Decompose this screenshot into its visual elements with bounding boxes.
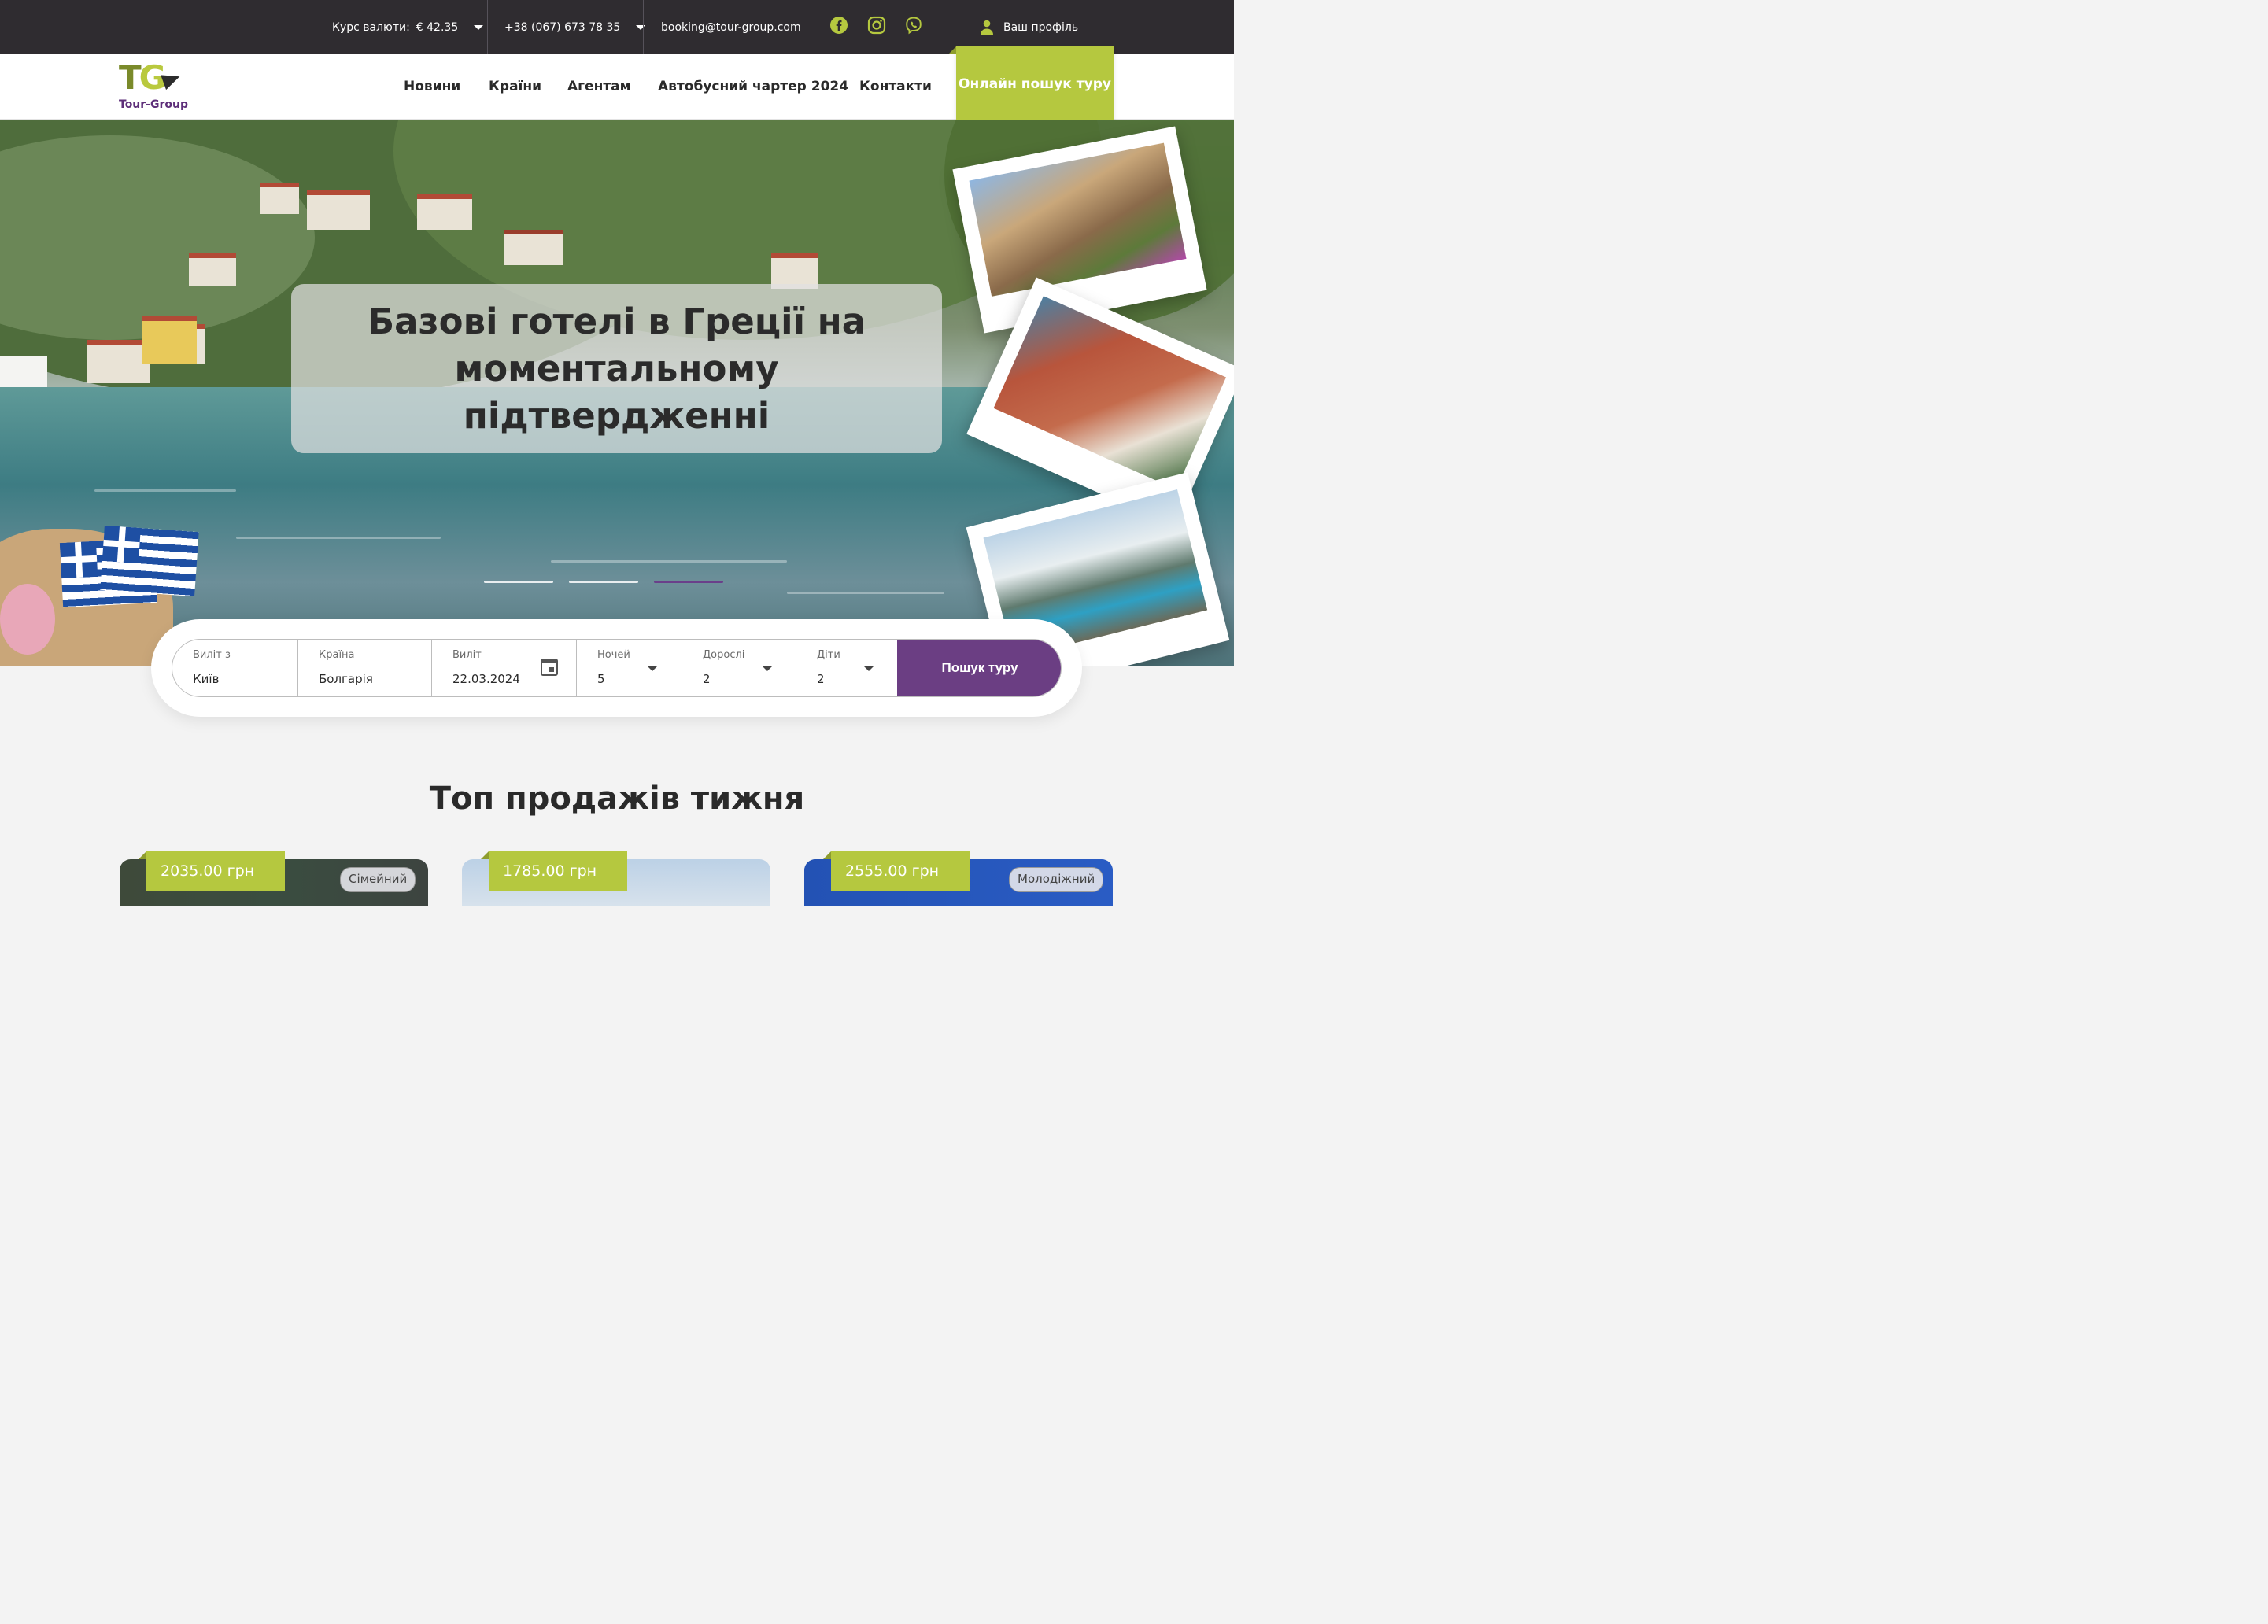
nav-item-news[interactable]: Новини — [404, 54, 460, 120]
hero-headline-card: Базові готелі в Греції на моментальному … — [291, 284, 942, 453]
field-label: Країна — [319, 649, 355, 661]
facebook-icon[interactable] — [829, 14, 849, 36]
logo[interactable]: TG Tour-Group — [119, 61, 190, 116]
hero-title: Базові готелі в Греції на моментальному … — [367, 300, 866, 437]
phone-number: +38 (067) 673 78 35 — [504, 20, 621, 34]
logo-text: Tour-Group — [119, 98, 188, 111]
viber-icon[interactable] — [903, 14, 924, 36]
nav-item-countries[interactable]: Країни — [489, 54, 541, 120]
currency-label: Курс валюти: — [332, 20, 410, 34]
greek-flag — [100, 525, 199, 597]
adults-select[interactable]: Дорослі 2 — [682, 640, 796, 696]
house — [189, 253, 236, 286]
tour-card-tag: Молодіжний — [1009, 867, 1104, 892]
hotel-photo — [969, 142, 1187, 297]
calendar-icon[interactable] — [541, 659, 558, 676]
search-tour-button[interactable]: Пошук туру — [897, 640, 1061, 696]
house — [142, 316, 197, 364]
hotel-photo — [993, 296, 1227, 490]
chevron-down-icon — [474, 24, 484, 30]
nav-item-bus-charter[interactable]: Автобусний чартер 2024 — [658, 54, 848, 120]
water-glint — [787, 592, 944, 594]
search-bar: Виліт з Київ Країна Болгарія Виліт 22.03… — [172, 639, 1062, 697]
house — [307, 190, 370, 230]
nights-select[interactable]: Ночей 5 — [577, 640, 682, 696]
logo-arrow-icon — [161, 68, 183, 90]
chevron-down-icon — [648, 666, 657, 671]
online-tour-search-button[interactable]: Онлайн пошук туру — [948, 46, 1114, 122]
nav-item-agents[interactable]: Агентам — [567, 54, 631, 120]
tour-card-tag: Сімейний — [340, 867, 416, 892]
field-value: 2 — [817, 672, 825, 686]
profile-label: Ваш профіль — [1003, 20, 1079, 34]
phone-selector[interactable]: +38 (067) 673 78 35 — [504, 0, 646, 54]
currency-selector[interactable]: Курс валюти: € 42.35 — [332, 0, 484, 54]
chevron-down-icon — [636, 24, 646, 30]
departure-city-field[interactable]: Виліт з Київ — [172, 640, 298, 696]
house — [87, 340, 150, 383]
nav-item-contacts[interactable]: Контакти — [859, 54, 932, 120]
tour-search-form: Виліт з Київ Країна Болгарія Виліт 22.03… — [151, 619, 1082, 717]
slider-pagination — [484, 581, 723, 584]
water-glint — [551, 560, 787, 563]
currency-value: € 42.35 — [416, 20, 459, 34]
house — [504, 230, 563, 265]
field-value: Київ — [193, 672, 220, 686]
water-glint — [236, 537, 441, 539]
tour-card-price: 2555.00 грн — [823, 851, 970, 891]
field-value: 2 — [703, 672, 711, 686]
slider-dot-3[interactable] — [654, 581, 723, 583]
house — [417, 194, 472, 230]
slider-dot-2[interactable] — [569, 581, 638, 583]
tour-card-price: 2035.00 грн — [139, 851, 285, 891]
field-value: Болгарія — [319, 672, 373, 686]
chevron-down-icon — [763, 666, 772, 671]
logo-mark: TG — [119, 58, 166, 97]
divider — [487, 0, 488, 54]
slider-dot-1[interactable] — [484, 581, 553, 583]
country-field[interactable]: Країна Болгарія — [298, 640, 432, 696]
email-text: booking@tour-group.com — [661, 20, 801, 34]
hero-slider: Базові готелі в Греції на моментальному … — [0, 120, 1234, 666]
main-navbar: TG Tour-Group Новини Країни Агентам Авто… — [0, 46, 1234, 122]
chevron-down-icon — [864, 666, 874, 671]
departure-date-field[interactable]: Виліт 22.03.2024 — [432, 640, 577, 696]
section-title: Топ продажів тижня — [429, 781, 805, 817]
field-label: Виліт з — [193, 649, 231, 661]
water-glint — [94, 489, 236, 492]
field-label: Ночей — [597, 649, 630, 661]
divider — [643, 0, 644, 54]
field-value: 5 — [597, 672, 605, 686]
field-label: Дорослі — [703, 649, 745, 661]
email-link[interactable]: booking@tour-group.com — [661, 0, 801, 54]
boat — [0, 356, 47, 387]
house — [260, 183, 299, 214]
flower-decoration — [0, 584, 55, 655]
field-label: Діти — [817, 649, 840, 661]
instagram-icon[interactable] — [866, 14, 887, 36]
children-select[interactable]: Діти 2 — [796, 640, 897, 696]
user-icon — [981, 20, 993, 35]
tour-card-price: 1785.00 грн — [481, 851, 627, 891]
